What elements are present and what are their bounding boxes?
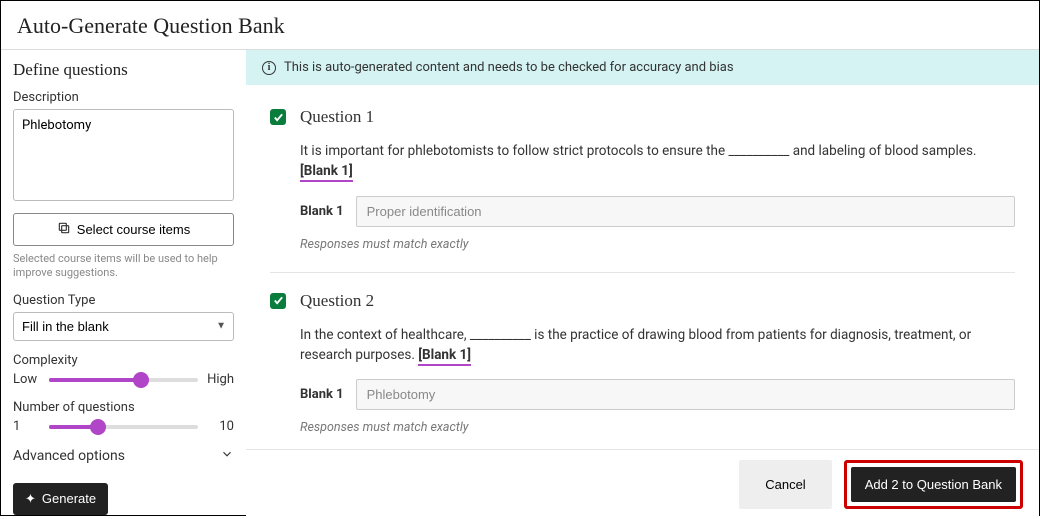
advanced-options-toggle[interactable]: Advanced options — [13, 447, 234, 465]
sparkle-icon: ✦ — [25, 491, 36, 507]
content-panel: i This is auto-generated content and nee… — [246, 50, 1039, 519]
cancel-button[interactable]: Cancel — [739, 460, 831, 509]
select-course-items-label: Select course items — [77, 222, 190, 237]
questions-list: Question 1 It is important for phlebotom… — [246, 85, 1039, 449]
match-hint: Responses must match exactly — [300, 237, 1015, 252]
description-input[interactable]: Phlebotomy — [13, 109, 234, 201]
question-type-label: Question Type — [13, 293, 234, 308]
numq-slider[interactable] — [49, 419, 198, 435]
blank-label: Blank 1 — [300, 204, 344, 219]
question-item: Question 2 In the context of healthcare,… — [270, 273, 1015, 450]
complexity-label: Complexity — [13, 353, 234, 368]
generate-label: Generate — [42, 491, 96, 506]
question-title: Question 1 — [300, 107, 374, 127]
page-title: Auto-Generate Question Bank — [17, 13, 1023, 39]
advanced-options-label: Advanced options — [13, 448, 125, 464]
blank-answer-input[interactable] — [356, 379, 1015, 410]
question-text: It is important for phlebotomists to fol… — [300, 141, 1015, 182]
complexity-min-label: Low — [13, 372, 41, 387]
footer-actions: Cancel Add 2 to Question Bank — [246, 449, 1039, 519]
page-header: Auto-Generate Question Bank — [1, 1, 1039, 50]
question-text: In the context of healthcare, __________… — [300, 325, 1015, 366]
info-banner-text: This is auto-generated content and needs… — [284, 60, 734, 75]
main-layout: Define questions Description Phlebotomy … — [1, 50, 1039, 519]
chevron-down-icon — [220, 447, 234, 465]
add-to-question-bank-button[interactable]: Add 2 to Question Bank — [851, 467, 1016, 502]
info-banner: i This is auto-generated content and nee… — [246, 50, 1039, 85]
question-checkbox[interactable] — [270, 109, 286, 125]
question-type-select[interactable]: Fill in the blank — [13, 312, 234, 341]
question-title: Question 2 — [300, 291, 374, 311]
description-label: Description — [13, 90, 234, 105]
complexity-slider[interactable] — [49, 372, 198, 388]
generate-button[interactable]: ✦ Generate — [13, 483, 108, 515]
select-course-items-button[interactable]: Select course items — [13, 213, 234, 246]
numq-min-label: 1 — [13, 419, 41, 434]
blank-reference[interactable]: [Blank 1] — [300, 163, 353, 182]
select-items-hint: Selected course items will be used to he… — [13, 252, 234, 281]
complexity-max-label: High — [206, 372, 234, 387]
blank-answer-input[interactable] — [356, 196, 1015, 227]
add-button-highlight: Add 2 to Question Bank — [844, 460, 1023, 509]
match-hint: Responses must match exactly — [300, 420, 1015, 435]
blank-reference[interactable]: [Blank 1] — [418, 347, 471, 366]
define-questions-panel: Define questions Description Phlebotomy … — [1, 50, 246, 519]
question-checkbox[interactable] — [270, 293, 286, 309]
info-icon: i — [262, 61, 276, 75]
numq-max-label: 10 — [206, 419, 234, 434]
copy-icon — [57, 221, 71, 238]
sidebar-heading: Define questions — [13, 60, 234, 80]
numq-label: Number of questions — [13, 400, 234, 415]
question-item: Question 1 It is important for phlebotom… — [270, 89, 1015, 273]
blank-label: Blank 1 — [300, 387, 344, 402]
